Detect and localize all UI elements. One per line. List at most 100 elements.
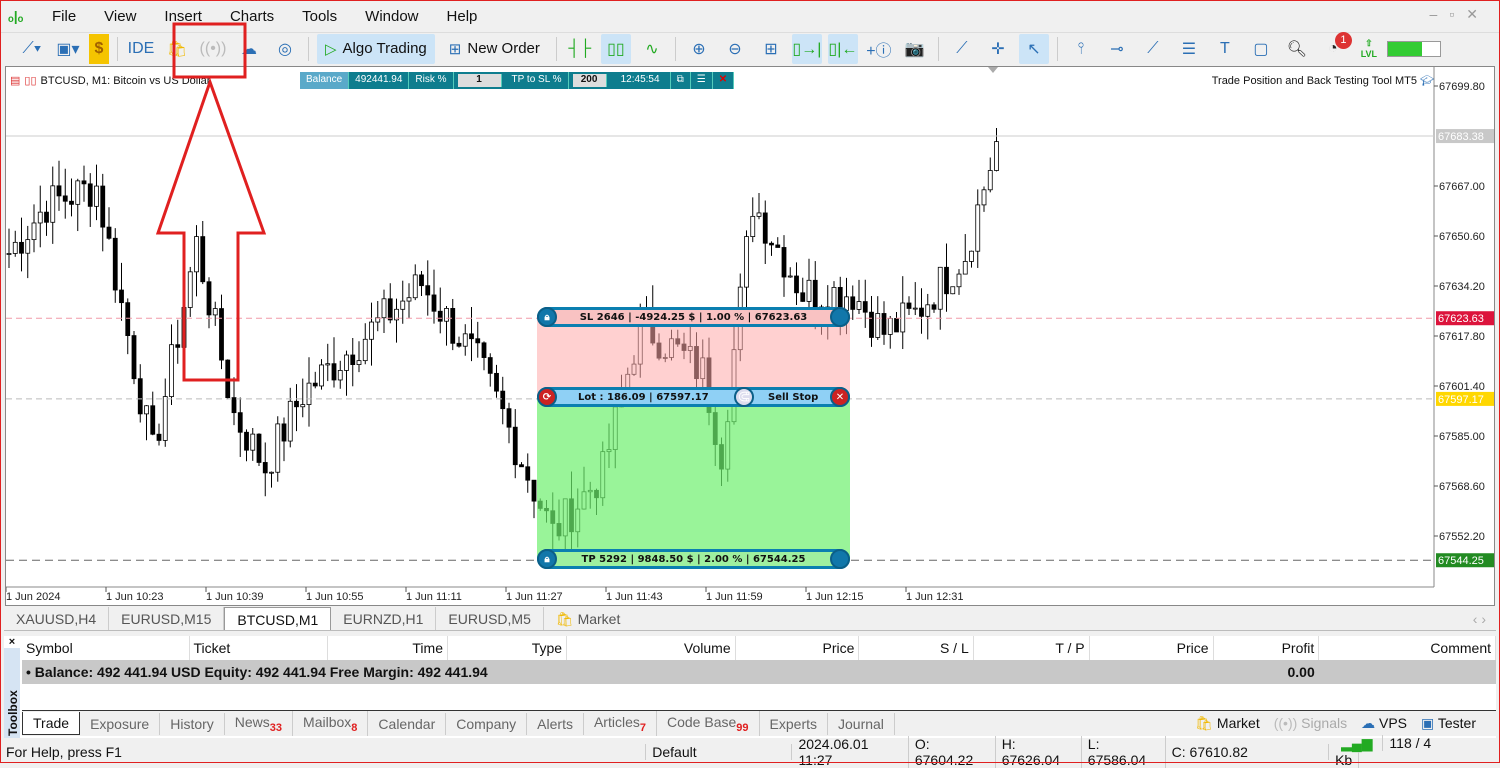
toolbox-link-market[interactable]: 🛍 Market bbox=[1195, 715, 1259, 732]
column-header[interactable]: Time bbox=[327, 636, 448, 660]
market-bag-icon[interactable]: 🛍 bbox=[162, 34, 192, 64]
line-chart-icon[interactable]: ⟋▾ bbox=[17, 34, 47, 64]
trendline-icon[interactable]: ⟋ bbox=[947, 34, 977, 64]
menu-insert[interactable]: Insert bbox=[164, 8, 202, 25]
balance-row[interactable]: • Balance: 492 441.94 USD Equity: 492 44… bbox=[22, 660, 1496, 684]
toolbox-tab[interactable]: Articles7 bbox=[584, 710, 657, 737]
notifications-icon[interactable]: ◔ 1 bbox=[1318, 31, 1352, 64]
magnet-icon[interactable]: 🧲︎ bbox=[734, 387, 754, 407]
lot-bar[interactable]: ⟳ Lot : 186.09 | 67597.17 🧲︎ Sell Stop ✕ bbox=[537, 387, 850, 407]
menu-window[interactable]: Window bbox=[365, 8, 418, 25]
close-toolbox-icon[interactable]: × bbox=[4, 636, 20, 648]
menu-icon[interactable]: ☰ bbox=[691, 72, 713, 89]
tp-lock-icon[interactable]: 🔒︎ bbox=[537, 549, 557, 569]
zoom-out-icon[interactable]: ⊖ bbox=[720, 34, 750, 64]
toolbox-link-signals[interactable]: ((•)) Signals bbox=[1274, 715, 1347, 732]
symbol-icon[interactable]: ▯▯ bbox=[24, 74, 36, 87]
tab-scroll-arrows[interactable]: ‹ › bbox=[1463, 607, 1496, 630]
bar-chart-icon[interactable]: ┤├ bbox=[565, 34, 595, 64]
screenshot-icon[interactable]: 📷 bbox=[900, 34, 930, 64]
toolbox-tab[interactable]: News33 bbox=[225, 710, 294, 737]
candle-body bbox=[306, 382, 312, 405]
toolbox-tab[interactable]: Alerts bbox=[527, 712, 584, 735]
column-header[interactable]: Profit bbox=[1213, 636, 1320, 660]
column-header[interactable]: Comment bbox=[1318, 636, 1496, 660]
toolbox-link-vps[interactable]: ☁ VPS bbox=[1361, 715, 1407, 732]
fibonacci-icon[interactable]: ☰ bbox=[1174, 34, 1204, 64]
algo-trading-button[interactable]: ▷ Algo Trading bbox=[317, 33, 435, 64]
line-icon[interactable]: ∿ bbox=[637, 34, 667, 64]
toolbox-tab[interactable]: Code Base99 bbox=[657, 710, 760, 737]
candle-body bbox=[400, 300, 406, 310]
column-header[interactable]: T / P bbox=[973, 636, 1090, 660]
risk-input[interactable]: 1 bbox=[457, 74, 502, 87]
sl-drag-handle[interactable] bbox=[830, 307, 850, 327]
window-controls[interactable]: –▫✕ bbox=[1430, 6, 1490, 23]
close-panel-icon[interactable]: ✕ bbox=[713, 72, 735, 89]
zoom-in-icon[interactable]: ⊕ bbox=[684, 34, 714, 64]
toolbox-tab[interactable]: Journal bbox=[828, 712, 895, 735]
toolbox-tab[interactable]: Company bbox=[446, 712, 528, 735]
candle bbox=[225, 359, 231, 400]
trend-tool-icon[interactable]: ⟋ bbox=[1138, 34, 1168, 64]
column-header[interactable]: Ticket bbox=[189, 636, 329, 660]
ide-button[interactable]: IDE bbox=[126, 34, 156, 64]
delete-order-icon[interactable]: ✕ bbox=[830, 387, 850, 407]
cloud-icon[interactable]: ☁ bbox=[234, 34, 264, 64]
toolbox-tab[interactable]: Exposure bbox=[80, 712, 161, 735]
text-icon[interactable]: T bbox=[1210, 34, 1240, 64]
order-type[interactable]: Sell Stop bbox=[768, 392, 818, 403]
data-window-icon[interactable]: +ⓘ bbox=[864, 34, 894, 64]
sl-lock-icon[interactable]: 🔒︎ bbox=[537, 307, 557, 327]
horizontal-line-icon[interactable]: ⊸ bbox=[1102, 34, 1132, 64]
crosshair-icon[interactable]: ✛ bbox=[983, 34, 1013, 64]
signals-icon[interactable]: ((•)) bbox=[198, 34, 228, 64]
sl-bar[interactable]: 🔒︎ SL 2646 | -4924.25 $ | 1.00 % | 67623… bbox=[537, 307, 850, 327]
candle bbox=[175, 319, 181, 364]
toolbox-tab[interactable]: History bbox=[160, 712, 225, 735]
chart-list-icon[interactable]: ▤ bbox=[10, 74, 20, 87]
tp-bar[interactable]: 🔒︎ TP 5292 | 9848.50 $ | 2.00 % | 67544.… bbox=[537, 549, 850, 569]
auto-scroll-icon[interactable]: ▯→| bbox=[791, 33, 822, 64]
toolbox-link-tester[interactable]: ▣ Tester bbox=[1421, 715, 1476, 732]
tab-eurusd-m15[interactable]: EURUSD,M15 bbox=[109, 607, 225, 630]
toolbox-tab[interactable]: Calendar bbox=[368, 712, 447, 735]
search-icon[interactable]: 🔍︎ bbox=[1282, 34, 1312, 64]
toolbox-tab[interactable]: Trade bbox=[22, 712, 81, 735]
menu-charts[interactable]: Charts bbox=[230, 8, 274, 25]
fingerprint-icon[interactable]: ◎ bbox=[270, 34, 300, 64]
column-header[interactable]: Symbol bbox=[22, 636, 190, 660]
status-help: For Help, press F1 bbox=[0, 743, 647, 760]
shapes-icon[interactable]: ▢ bbox=[1246, 34, 1276, 64]
lvl-icon[interactable]: ⇧ LVL bbox=[1354, 34, 1384, 64]
menu-help[interactable]: Help bbox=[447, 8, 478, 25]
candlestick-icon[interactable]: ▯▯ bbox=[600, 33, 631, 64]
tp-sl-input[interactable]: 200 bbox=[572, 74, 607, 87]
vertical-line-icon[interactable]: ⫯ bbox=[1066, 34, 1096, 64]
dollar-icon[interactable]: $ bbox=[89, 33, 109, 64]
tab-btcusd-m1[interactable]: BTCUSD,M1 bbox=[224, 607, 332, 630]
column-header[interactable]: S / L bbox=[858, 636, 974, 660]
toolbox-tab[interactable]: Mailbox8 bbox=[293, 710, 369, 737]
toolbox-tab[interactable]: Experts bbox=[760, 712, 828, 735]
menu-tools[interactable]: Tools bbox=[302, 8, 337, 25]
reverse-icon[interactable]: ⟳ bbox=[537, 387, 557, 407]
cursor-icon[interactable]: ↖ bbox=[1018, 33, 1049, 64]
column-header[interactable]: Price bbox=[1089, 636, 1214, 660]
tab-eurnzd-h1[interactable]: EURNZD,H1 bbox=[331, 607, 437, 630]
column-header[interactable]: Price bbox=[735, 636, 860, 660]
new-order-button[interactable]: ⊞ New Order bbox=[441, 34, 548, 64]
column-header[interactable]: Volume bbox=[566, 636, 736, 660]
tp-zone bbox=[537, 397, 850, 559]
tab-xauusd-h4[interactable]: XAUUSD,H4 bbox=[4, 607, 110, 630]
menu-view[interactable]: View bbox=[104, 8, 136, 25]
column-header[interactable]: Type bbox=[447, 636, 568, 660]
tab-eurusd-m5[interactable]: EURUSD,M5 bbox=[436, 607, 544, 630]
tp-drag-handle[interactable] bbox=[830, 549, 850, 569]
chart-template-icon[interactable]: ▣▾ bbox=[53, 34, 83, 64]
copy-icon[interactable]: ⧉ bbox=[671, 72, 691, 89]
tile-icon[interactable]: ⊞ bbox=[756, 34, 786, 64]
menu-file[interactable]: File bbox=[52, 8, 76, 25]
tab-market[interactable]: 🛍 Market bbox=[544, 607, 632, 630]
chart-shift-icon[interactable]: ▯|← bbox=[827, 33, 858, 64]
